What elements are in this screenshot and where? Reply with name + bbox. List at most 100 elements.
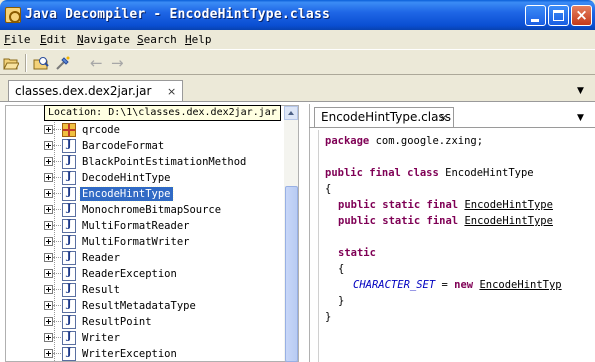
tree-item-label: Writer [82,332,120,344]
tree-connector [53,161,61,162]
tree-item[interactable]: ResultMetadataType [0,298,280,314]
location-tooltip: Location: D:\1\classes.dex.dex2jar.jar [44,105,281,121]
class-file-icon [62,251,76,265]
menu-search[interactable]: Search [137,33,177,46]
toolbar-separator [25,54,27,72]
class-file-icon [62,283,76,297]
code-line-static: static [338,247,376,259]
expand-icon[interactable] [44,141,53,150]
code-line-field-1: public static final EncodeHintType [338,199,553,211]
close-button[interactable]: × [571,5,592,26]
tab-classes-jar[interactable]: classes.dex.dex2jar.jar × [8,80,183,102]
code-line-package: package com.google.zxing; [325,135,484,147]
tree-item-label: BarcodeFormat [82,140,165,152]
editor-chevron-down-icon[interactable]: ▼ [577,113,584,123]
expand-icon[interactable] [44,189,53,198]
java-decompiler-app-icon[interactable] [5,7,21,23]
class-file-icon [62,315,76,329]
expand-icon[interactable] [44,317,53,326]
editor-tab-divider [309,127,595,128]
scroll-up-button[interactable] [284,106,298,120]
type-link[interactable]: EncodeHintType [464,215,553,227]
tree-item[interactable]: Result [0,282,280,298]
menu-file[interactable]: File [4,33,31,46]
expand-icon[interactable] [44,237,53,246]
class-file-icon [62,331,76,345]
tree-item-label: EncodeHintType [79,186,174,202]
tree-item[interactable]: MultiFormatWriter [0,234,280,250]
expand-icon[interactable] [44,157,53,166]
expand-icon[interactable] [44,221,53,230]
expand-icon[interactable] [44,349,53,358]
expand-icon[interactable] [44,205,53,214]
back-icon[interactable]: ← [90,54,103,72]
tree-item[interactable]: Reader [0,250,280,266]
menu-help[interactable]: Help [185,33,212,46]
tree-connector [53,241,61,242]
minimize-button[interactable] [525,5,546,26]
tree-connector [53,305,61,306]
expand-icon[interactable] [44,173,53,182]
class-file-icon [62,155,76,169]
tree-connector [53,209,61,210]
expand-icon[interactable] [44,125,53,134]
tree-item-label: BlackPointEstimationMethod [82,156,247,168]
menu-edit[interactable]: Edit [40,33,67,46]
maximize-icon [553,10,564,21]
tree-item-label: Result [82,284,120,296]
tree-item-label: DecodeHintType [82,172,171,184]
tree-item[interactable]: BarcodeFormat [0,138,280,154]
open-type-icon[interactable] [33,55,49,71]
tree-item-label: ResultMetadataType [82,300,196,312]
menu-bar: File Edit Navigate Search Help [0,30,595,49]
code-line-static-close: } [338,295,345,307]
tree-item[interactable]: BlackPointEstimationMethod [0,154,280,170]
class-file-icon [62,219,76,233]
tree-connector [53,129,61,130]
tree-item-label: Reader [82,252,120,264]
tree-item[interactable]: MultiFormatReader [0,218,280,234]
tree-item[interactable]: MonochromeBitmapSource [0,202,280,218]
close-tab-icon[interactable]: × [167,85,176,98]
tree-item[interactable]: qrcode [0,122,280,138]
class-file-icon [62,139,76,153]
scrollbar-thumb[interactable] [285,186,298,362]
expand-icon[interactable] [44,333,53,342]
tree-item[interactable]: ReaderException [0,266,280,282]
tree-item[interactable]: WriterException [0,346,280,362]
expand-icon[interactable] [44,285,53,294]
tree-connector [53,177,61,178]
tree-connector [53,225,61,226]
open-file-icon[interactable] [3,55,20,71]
tree-connector [53,321,61,322]
tree-connector [53,145,61,146]
code-view[interactable]: package com.google.zxing; public final c… [318,130,595,362]
class-file-icon [62,203,76,217]
close-editor-tab-icon[interactable]: × [439,111,448,124]
tab-encodehinttype-class[interactable]: EncodeHintType.class × [314,107,454,128]
chevron-down-icon[interactable]: ▼ [577,86,584,96]
expand-icon[interactable] [44,269,53,278]
title-bar[interactable]: Java Decompiler - EncodeHintType.class × [0,0,595,30]
tree-item-label: WriterException [82,348,177,360]
tree-item[interactable]: EncodeHintType [0,186,280,202]
tree-item[interactable]: Writer [0,330,280,346]
package-icon [62,123,76,137]
search-type-icon[interactable] [55,55,71,71]
maximize-button[interactable] [548,5,569,26]
type-link[interactable]: EncodeHintType [464,199,553,211]
code-line-close-brace: } [325,311,332,323]
tree-item[interactable]: ResultPoint [0,314,280,330]
tree-item-label: MultiFormatWriter [82,236,190,248]
tree-connector [53,273,61,274]
close-icon: × [575,6,588,24]
menu-navigate[interactable]: Navigate [77,33,130,46]
forward-icon[interactable]: → [111,54,124,72]
type-link[interactable]: EncodeHintTyp [479,279,561,291]
expand-icon[interactable] [44,253,53,262]
class-file-icon [62,299,76,313]
class-file-icon [62,187,76,201]
class-file-icon [62,171,76,185]
expand-icon[interactable] [44,301,53,310]
tree-item[interactable]: DecodeHintType [0,170,280,186]
